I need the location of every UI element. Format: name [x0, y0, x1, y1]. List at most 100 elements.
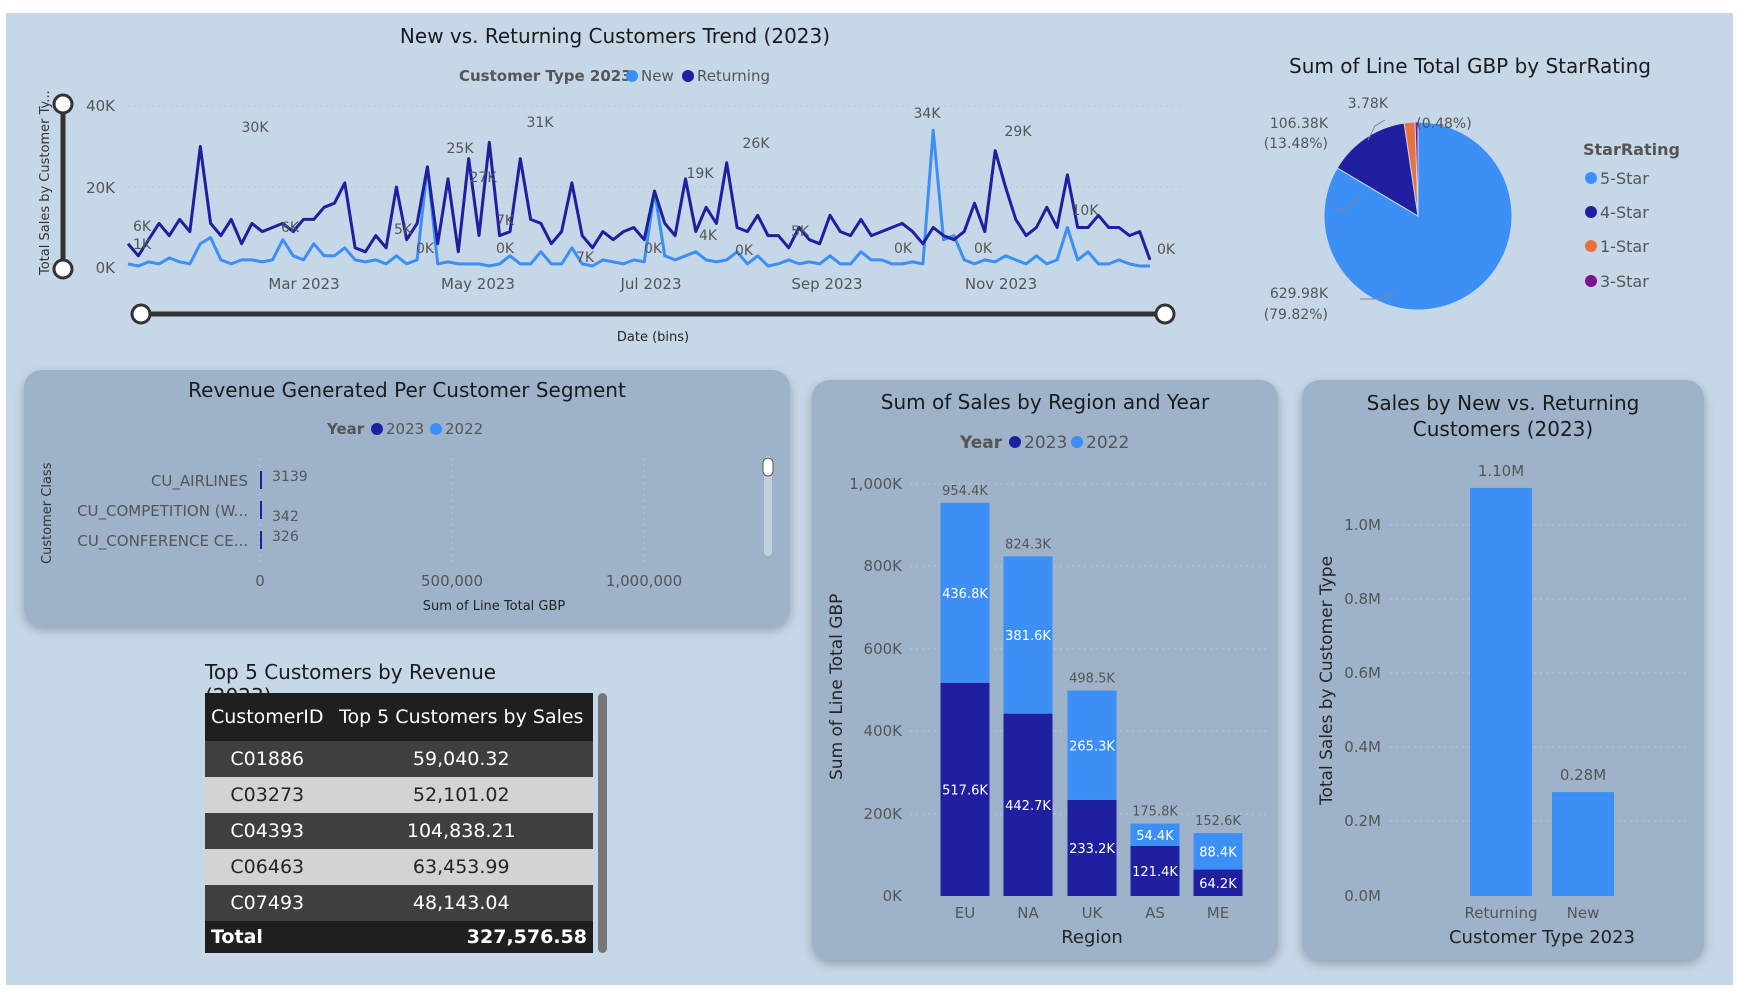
trend-data-label: 0K — [894, 241, 913, 257]
segment-category: CU_CONFERENCE CE... — [77, 532, 248, 551]
sales-cell: 52,101.02 — [329, 777, 593, 813]
trend-legend: Customer Type 2023 New Returning — [459, 67, 770, 85]
legend-returning-label: Returning — [697, 67, 770, 85]
customer-type-bar[interactable] — [1552, 792, 1614, 896]
customer-type-bar[interactable] — [1470, 487, 1532, 896]
legend-1star-label: 1-Star — [1600, 237, 1649, 256]
customer-id-cell: C04393 — [205, 813, 330, 849]
table-row[interactable]: C01886 59,040.32 — [205, 741, 593, 777]
column-header-sales[interactable]: Top 5 Customers by Sales — [329, 693, 593, 741]
trend-data-label: 1K — [133, 237, 152, 253]
region-total-label: 954.4K — [942, 484, 988, 499]
region-legend-title: Year — [959, 433, 1003, 453]
pie-legend-title: StarRating — [1583, 140, 1680, 159]
segment-x-ticks: 0 500,000 1,000,000 — [255, 572, 682, 590]
y-slider-bottom-handle[interactable] — [52, 258, 74, 280]
trend-legend-title: Customer Type 2023 — [459, 67, 632, 85]
customer-type-bar-chart: Total Sales by Customer Type 1.0M 0.8M 0… — [1317, 462, 1687, 948]
legend-new-marker — [626, 70, 638, 82]
segment-category-labels: CU_AIRLINES CU_COMPETITION (W... CU_CONF… — [77, 472, 248, 551]
star-rating-pie-chart: 3.78K (0.48%) 106.38K (13.48%) 629.98K (… — [1264, 96, 1680, 323]
region-xtick: NA — [1017, 904, 1039, 922]
y-slider-top-handle[interactable] — [52, 93, 74, 115]
region-value-2022: 54.4K — [1136, 829, 1174, 844]
region-ytick: 800K — [864, 557, 904, 575]
segment-value: 342 — [272, 509, 299, 525]
region-total-label: 152.6K — [1195, 814, 1241, 829]
trend-y-axis-label: Total Sales by Customer Ty... — [38, 90, 53, 276]
region-ytick: 400K — [864, 722, 904, 740]
trend-x-ticks: Mar 2023 May 2023 Jul 2023 Sep 2023 Nov … — [268, 275, 1037, 293]
legend-2022-marker — [430, 423, 442, 435]
pie-label-pct: (13.48%) — [1264, 136, 1328, 152]
legend-2023-marker — [371, 423, 383, 435]
segment-bars — [260, 471, 262, 549]
sales-cell: 59,040.32 — [329, 741, 593, 777]
trend-y-slider[interactable] — [52, 93, 74, 280]
customer-type-y-ticks: 1.0M 0.8M 0.6M 0.4M 0.2M 0.0M — [1344, 516, 1381, 905]
region-value-2023: 442.7K — [1005, 799, 1051, 814]
region-value-2022: 436.8K — [942, 587, 988, 602]
trend-data-label: 7K — [496, 213, 515, 229]
region-total-label: 498.5K — [1069, 672, 1115, 687]
region-legend: Year 2023 2022 — [959, 433, 1129, 453]
trend-data-label: 7K — [576, 250, 595, 266]
trend-xtick: May 2023 — [441, 275, 515, 293]
pie-label-value: 3.78K — [1348, 96, 1389, 112]
segment-category: CU_AIRLINES — [151, 472, 248, 491]
region-x-axis-label: Region — [1061, 927, 1123, 948]
column-header-customerid[interactable]: CustomerID — [205, 693, 330, 741]
trend-data-label: 26K — [743, 136, 771, 152]
ctype-ytick: 0.8M — [1344, 590, 1381, 608]
segment-bar[interactable] — [260, 531, 262, 549]
total-label: Total — [205, 921, 330, 953]
pie-label-pct: (0.48%) — [1416, 116, 1471, 132]
x-slider-left-handle[interactable] — [130, 303, 152, 325]
sales-cell: 63,453.99 — [329, 849, 593, 885]
segment-scrollbar-thumb[interactable] — [762, 457, 774, 477]
trend-data-label: 30K — [242, 120, 270, 136]
region-x-ticks: EU NA UK AS ME — [955, 904, 1229, 922]
trend-ytick: 40K — [86, 97, 116, 115]
region-xtick: ME — [1207, 904, 1229, 922]
region-xtick: UK — [1082, 904, 1104, 922]
legend-1star-marker — [1585, 240, 1597, 252]
pie-label-value: 106.38K — [1270, 116, 1329, 132]
customer-type-value-label: 1.10M — [1478, 462, 1524, 480]
legend-2022-label: 2022 — [445, 420, 483, 438]
trend-ytick: 20K — [86, 179, 116, 197]
ctype-ytick: 0.4M — [1344, 738, 1381, 756]
pie-slices — [1323, 121, 1513, 311]
trend-data-label: 19K — [687, 166, 715, 182]
trend-data-label: 34K — [914, 106, 942, 122]
table-scrollbar[interactable] — [598, 693, 607, 953]
table-row[interactable]: C04393 104,838.21 — [205, 813, 593, 849]
legend-returning-marker — [682, 70, 694, 82]
sales-cell: 48,143.04 — [329, 885, 593, 921]
table-row[interactable]: C06463 63,453.99 — [205, 849, 593, 885]
trend-data-label: 6K — [133, 219, 152, 235]
legend-4star-marker — [1585, 206, 1597, 218]
legend-3star-label: 3-Star — [1600, 272, 1649, 291]
region-value-2023: 121.4K — [1132, 865, 1178, 880]
trend-data-label: 31K — [527, 115, 555, 131]
segment-value-labels: 3139 342 326 — [272, 469, 308, 545]
segment-value: 326 — [272, 529, 299, 545]
segment-bar[interactable] — [260, 501, 262, 519]
trend-data-labels: 6K 1K 30K 6K 5K 0K 25K 27K 7K 0K 31K 7K … — [133, 106, 1176, 266]
table-row[interactable]: C07493 48,143.04 — [205, 885, 593, 921]
customer-id-cell: C03273 — [205, 777, 330, 813]
x-slider-right-handle[interactable] — [1154, 303, 1176, 325]
trend-data-label: 0K — [735, 243, 754, 259]
pie-label-value: 629.98K — [1270, 286, 1329, 302]
sales-cell: 104,838.21 — [329, 813, 593, 849]
trend-data-label: 5K — [394, 222, 413, 238]
total-value: 327,576.58 — [329, 921, 593, 953]
trend-data-label: 27K — [470, 170, 498, 186]
segment-bar[interactable] — [260, 471, 262, 489]
trend-x-slider[interactable] — [130, 303, 1176, 325]
region-total-label: 824.3K — [1005, 537, 1051, 552]
segment-value: 3139 — [272, 469, 308, 485]
trend-data-label: 0K — [496, 241, 515, 257]
table-row[interactable]: C03273 52,101.02 — [205, 777, 593, 813]
